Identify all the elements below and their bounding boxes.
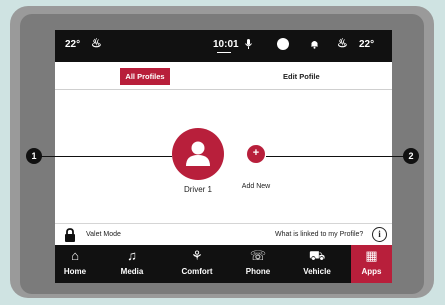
nav-home[interactable]: ⌂ Home [55, 245, 95, 283]
nav-vehicle-label: Vehicle [303, 267, 331, 276]
nav-apps[interactable]: ▦ Apps [351, 245, 392, 283]
info-icon[interactable]: i [372, 227, 387, 242]
home-icon: ⌂ [71, 248, 79, 263]
phone-icon: ☏ [249, 248, 267, 263]
microphone-icon[interactable] [245, 39, 252, 51]
heated-seat-icon[interactable]: ♨ [91, 36, 102, 50]
valet-mode-label[interactable]: Valet Mode [86, 231, 121, 238]
status-bar: 22° ♨ 10:01 ♨ 22° [55, 30, 392, 62]
nav-media[interactable]: ♫ Media [107, 245, 157, 283]
linked-profile-link[interactable]: What is linked to my Profile? [275, 231, 363, 238]
driver-profile-label: Driver 1 [183, 185, 212, 194]
music-note-icon: ♫ [127, 248, 137, 263]
callout-1-line [40, 156, 172, 157]
nav-apps-label: Apps [361, 267, 382, 276]
bottom-nav: ⌂ Home ♫ Media ⚘ Comfort ☏ Phone ⛟ Vehic… [55, 245, 392, 283]
vehicle-icon: ⛟ [308, 248, 326, 263]
tab-edit-profile[interactable]: Edit Pofile [283, 68, 320, 85]
passenger-temperature[interactable]: 22° [359, 39, 374, 50]
clock: 10:01 [213, 39, 239, 50]
nav-comfort-label: Comfort [181, 267, 213, 276]
nav-home-label: Home [63, 267, 87, 276]
manual-illustration: 22° ♨ 10:01 ♨ 22° All Profiles Edit Pofi… [0, 0, 445, 305]
nav-phone-label: Phone [245, 267, 271, 276]
seat-climate-icon: ⚘ [191, 248, 203, 263]
clock-underline [217, 52, 231, 53]
profile-tabs: All Profiles Edit Pofile [55, 62, 392, 90]
bell-icon[interactable] [310, 39, 319, 51]
profile-footer: Valet Mode What is linked to my Profile?… [55, 223, 392, 245]
callout-1-marker: 1 [26, 148, 42, 164]
nav-media-label: Media [120, 267, 144, 276]
add-profile-button[interactable]: + [247, 145, 265, 163]
apps-grid-icon: ▦ [365, 248, 378, 263]
driver-profile-button[interactable] [172, 128, 224, 180]
nav-phone[interactable]: ☏ Phone [235, 245, 281, 283]
tab-all-profiles[interactable]: All Profiles [120, 68, 170, 85]
driver-temperature[interactable]: 22° [65, 39, 80, 50]
heated-seat-icon[interactable]: ♨ [337, 36, 348, 50]
callout-2-marker: 2 [403, 148, 419, 164]
person-icon [186, 141, 210, 166]
callout-2-line [266, 156, 404, 157]
status-indicator-icon [277, 38, 289, 50]
nav-vehicle[interactable]: ⛟ Vehicle [291, 245, 343, 283]
add-profile-label: Add New [241, 183, 271, 190]
nav-comfort[interactable]: ⚘ Comfort [167, 245, 227, 283]
